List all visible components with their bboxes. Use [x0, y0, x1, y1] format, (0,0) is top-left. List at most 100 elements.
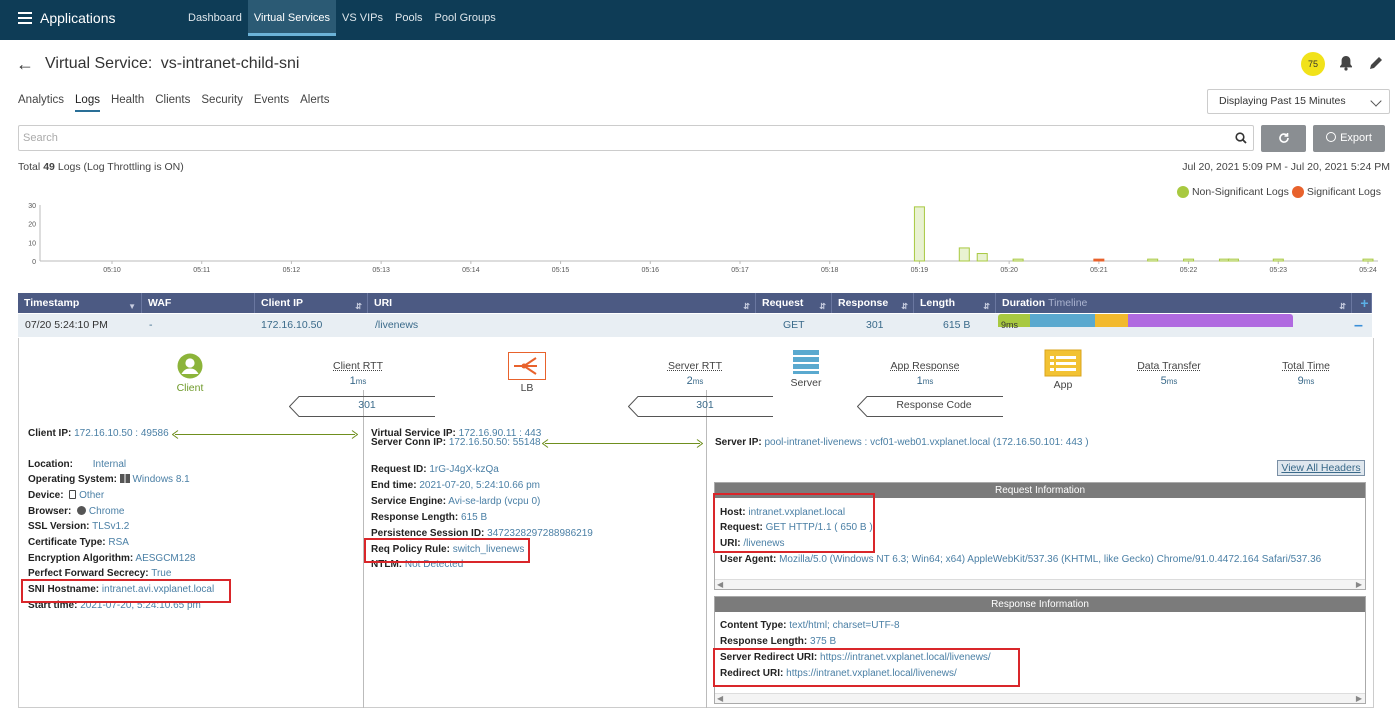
- search-icon[interactable]: [1235, 132, 1247, 144]
- tab-security[interactable]: Security: [201, 94, 243, 112]
- tab-events[interactable]: Events: [254, 94, 289, 112]
- scroll-right-icon[interactable]: ▶: [1356, 694, 1362, 703]
- col-waf-label: WAF: [148, 297, 172, 309]
- collapse-row-icon[interactable]: –: [1354, 314, 1363, 337]
- cell-client-ip[interactable]: 172.16.10.50: [261, 314, 322, 337]
- col-response-label: Response: [838, 297, 889, 309]
- col-response[interactable]: Response ⇵: [832, 293, 914, 313]
- scroll-right-icon[interactable]: ▶: [1356, 580, 1362, 589]
- browser-label: Browser:: [28, 506, 72, 517]
- chevron-down-icon: [1370, 95, 1382, 107]
- client-rtt-unit: ms: [355, 377, 367, 386]
- col-request[interactable]: Request ⇵: [756, 293, 832, 313]
- request-id-value[interactable]: 1rG-J4gX-kzQa: [429, 464, 498, 475]
- col-length[interactable]: Length ⇵: [914, 293, 996, 313]
- service-engine-vcpu: (vcpu 0): [504, 496, 541, 507]
- server-label: Server: [790, 377, 822, 389]
- add-column-icon[interactable]: +: [1352, 293, 1372, 313]
- double-arrow-icon: [542, 439, 703, 448]
- tab-clients[interactable]: Clients: [155, 94, 190, 112]
- horizontal-scrollbar[interactable]: ◀ ▶: [715, 579, 1365, 589]
- col-timestamp[interactable]: Timestamp ▼: [18, 293, 142, 313]
- export-button[interactable]: Export: [1313, 125, 1385, 152]
- client-rtt-label[interactable]: Client RTT: [333, 360, 383, 372]
- refresh-icon: [1279, 133, 1289, 143]
- server-rtt-label[interactable]: Server RTT: [668, 360, 722, 372]
- chart-bar: [1227, 258, 1239, 262]
- app-title[interactable]: Applications: [40, 10, 116, 26]
- edit-pencil-icon[interactable]: [1368, 55, 1384, 71]
- tab-analytics[interactable]: Analytics: [18, 94, 64, 112]
- col-uri[interactable]: URI ⇵: [368, 293, 756, 313]
- col-waf[interactable]: WAF: [142, 293, 255, 313]
- scroll-left-icon[interactable]: ◀: [717, 580, 723, 589]
- location-value[interactable]: Internal: [93, 459, 126, 470]
- app-response-label[interactable]: App Response: [891, 360, 960, 372]
- server-conn-row: Server Conn IP: 172.16.50.50: 55148: [371, 437, 541, 448]
- service-engine-value[interactable]: Avi-se-lardp: [448, 496, 501, 507]
- app-icon: [1044, 349, 1082, 377]
- cell-response[interactable]: 301: [866, 314, 884, 337]
- menu-icon[interactable]: [18, 12, 32, 24]
- nav-pools[interactable]: Pools: [389, 0, 429, 36]
- server-response-code: 301: [696, 399, 714, 411]
- nav-pool-groups[interactable]: Pool Groups: [429, 0, 502, 36]
- legend-non-significant[interactable]: Non-Significant Logs: [1192, 186, 1289, 198]
- cert-value[interactable]: RSA: [108, 537, 129, 548]
- duration-timeline-bar[interactable]: [998, 314, 1293, 337]
- back-arrow-icon[interactable]: ←: [16, 54, 34, 75]
- view-all-headers-button[interactable]: View All Headers: [1277, 460, 1365, 476]
- col-duration[interactable]: Duration Timeline ⇵: [996, 293, 1352, 313]
- client-ip-label: Client IP:: [28, 428, 72, 439]
- nav-vs-vips[interactable]: VS VIPs: [336, 0, 389, 36]
- cell-request[interactable]: GET: [783, 314, 805, 337]
- server-ip-value[interactable]: pool-intranet-livenews : vcf01-web01.vxp…: [764, 437, 1088, 448]
- cell-uri[interactable]: /livenews: [375, 314, 418, 337]
- non-significant-dot: [1176, 186, 1189, 198]
- server-conn-value[interactable]: 172.16.50.50: 55148: [449, 437, 541, 448]
- browser-value[interactable]: Chrome: [89, 506, 125, 517]
- device-icon: [69, 490, 77, 499]
- response-information-title: Response Information: [715, 597, 1365, 612]
- server-ip-label: Server IP:: [715, 437, 762, 448]
- x-tick-label: 05:19: [911, 267, 929, 274]
- bell-icon[interactable]: [1339, 55, 1353, 71]
- tab-health[interactable]: Health: [111, 94, 144, 112]
- tab-alerts[interactable]: Alerts: [300, 94, 329, 112]
- response-length-label: Response Length:: [371, 512, 459, 523]
- logs-label: Logs (Log Throttling is ON): [57, 161, 184, 173]
- user-agent-value[interactable]: Mozilla/5.0 (Windows NT 6.3; Win64; x64)…: [779, 554, 1321, 565]
- refresh-button[interactable]: [1261, 125, 1306, 152]
- search-input[interactable]: [18, 125, 1254, 151]
- duration-segment: [1030, 314, 1096, 327]
- chart-bar: [913, 206, 925, 262]
- health-score-badge[interactable]: 75: [1301, 52, 1325, 76]
- scroll-left-icon[interactable]: ◀: [717, 694, 723, 703]
- tab-logs[interactable]: Logs: [75, 94, 100, 112]
- pfs-value[interactable]: True: [151, 568, 171, 579]
- log-histogram-chart[interactable]: 30 20 10 0 05:10 05:11 05:12 05:13 05:14 05:15 05:…: [18, 199, 1390, 277]
- col-client-ip[interactable]: Client IP ⇵: [255, 293, 368, 313]
- time-range-dropdown[interactable]: Displaying Past 15 Minutes: [1207, 89, 1390, 114]
- nav-dashboard[interactable]: Dashboard: [182, 0, 248, 36]
- horizontal-scrollbar[interactable]: ◀ ▶: [715, 693, 1365, 703]
- total-time: Total Time 9ms: [1266, 360, 1346, 387]
- nav-virtual-services[interactable]: Virtual Services: [247, 0, 337, 36]
- x-tick-label: 05:17: [731, 267, 749, 274]
- table-row[interactable]: 07/20 5:24:10 PM - 172.16.10.50 /livenew…: [18, 314, 1372, 337]
- chart-bar: [1272, 258, 1284, 262]
- col-request-label: Request: [762, 297, 804, 309]
- pfs-label: Perfect Forward Secrecy:: [28, 568, 149, 579]
- ssl-value[interactable]: TLSv1.2: [92, 521, 129, 532]
- chrome-icon: [77, 506, 87, 515]
- data-transfer-label[interactable]: Data Transfer: [1137, 360, 1201, 372]
- device-value[interactable]: Other: [79, 490, 104, 501]
- browser-row: Browser: Chrome: [28, 506, 125, 517]
- cell-length: 615 B: [943, 319, 971, 331]
- legend-significant[interactable]: Significant Logs: [1307, 186, 1381, 198]
- total-time-label[interactable]: Total Time: [1282, 360, 1330, 372]
- os-value[interactable]: Windows 8.1: [132, 474, 189, 485]
- cert-label: Certificate Type:: [28, 537, 106, 548]
- client-ip-value[interactable]: 172.16.10.50 : 49586: [74, 428, 169, 439]
- enc-value[interactable]: AESGCM128: [135, 553, 195, 564]
